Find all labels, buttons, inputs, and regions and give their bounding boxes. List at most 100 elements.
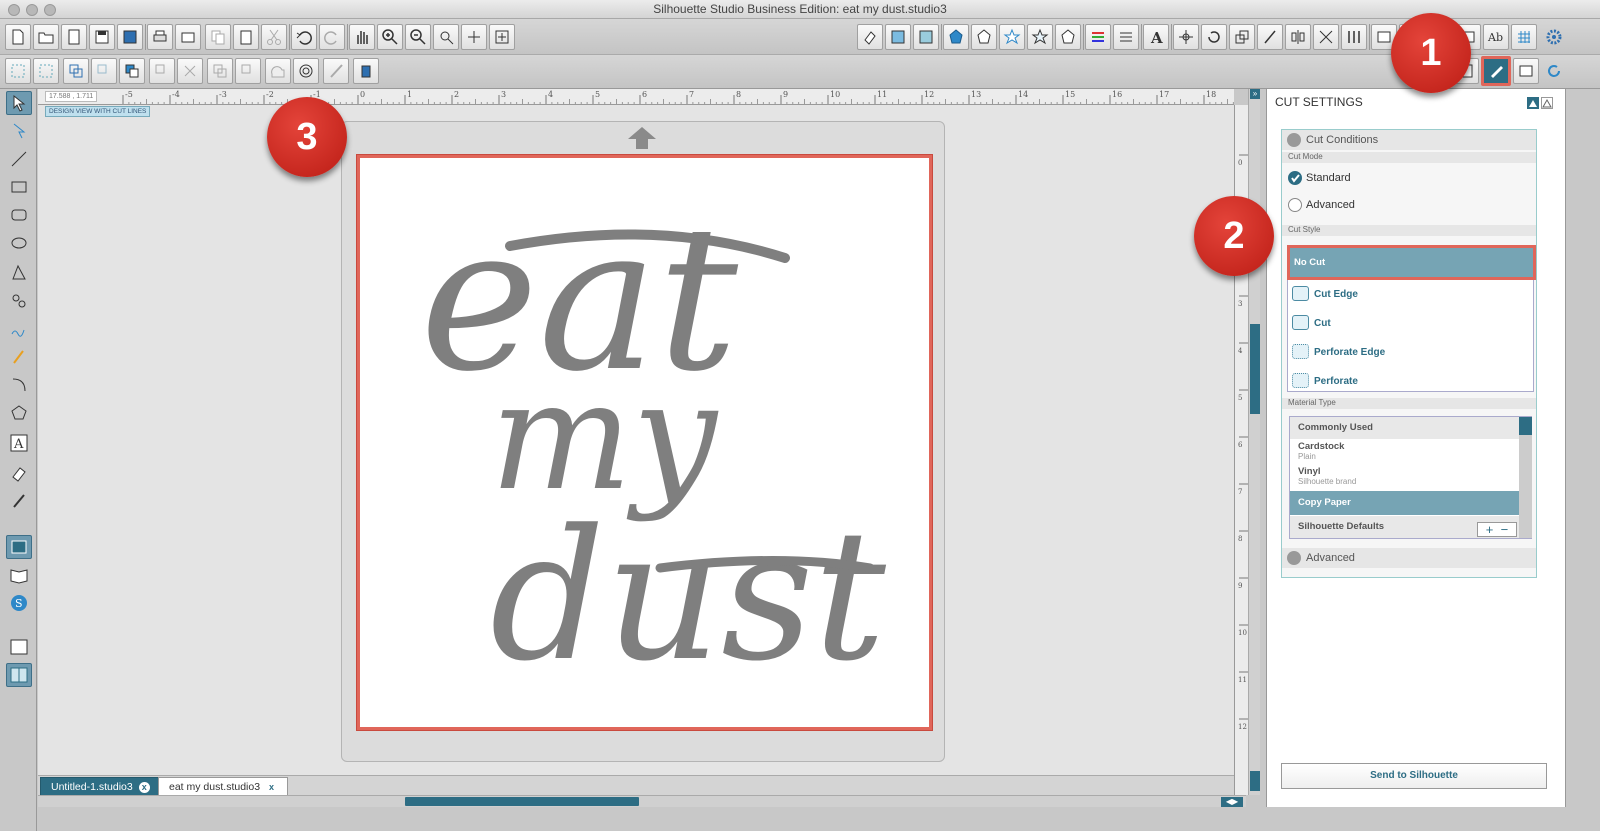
- line-weight-icon[interactable]: [1113, 24, 1139, 50]
- library-view-icon[interactable]: [6, 563, 32, 587]
- style-perforate-edge[interactable]: Perforate Edge: [1288, 338, 1533, 367]
- save-to-library-icon[interactable]: [117, 24, 143, 50]
- panel-expand-icon[interactable]: [1541, 97, 1553, 109]
- align-icon[interactable]: [1285, 24, 1311, 50]
- polygon-tool-icon[interactable]: [6, 261, 32, 285]
- cut-settings-icon[interactable]: [1481, 56, 1511, 86]
- zoom-in-icon[interactable]: [377, 24, 403, 50]
- pentagon-tool-icon[interactable]: [6, 401, 32, 425]
- text-style-icon[interactable]: A: [1143, 24, 1169, 50]
- edit-points-icon[interactable]: [6, 119, 32, 143]
- mirror-icon[interactable]: [235, 58, 261, 84]
- cut-conditions-header[interactable]: Cut Conditions: [1282, 130, 1536, 150]
- silhouette-store-icon[interactable]: S: [6, 591, 32, 615]
- scroll-arrows[interactable]: [1250, 771, 1260, 791]
- freehand-tool-icon[interactable]: [6, 317, 32, 341]
- style-cut-edge[interactable]: Cut Edge: [1288, 280, 1533, 309]
- replicate-icon[interactable]: [1313, 24, 1339, 50]
- gradient-fill-icon[interactable]: [885, 24, 911, 50]
- shear-icon[interactable]: [1257, 24, 1283, 50]
- transform-icon[interactable]: [1173, 24, 1199, 50]
- collapse-panel-icon[interactable]: »: [1250, 89, 1260, 99]
- fit-to-window-icon[interactable]: [489, 24, 515, 50]
- redo-icon[interactable]: [319, 24, 345, 50]
- refresh-icon[interactable]: [1541, 58, 1567, 84]
- knife-tool-icon[interactable]: [6, 489, 32, 513]
- material-scroll-thumb[interactable]: [1519, 417, 1532, 435]
- curve-tool-icon[interactable]: [6, 289, 32, 313]
- knife-icon[interactable]: [323, 58, 349, 84]
- single-view-icon[interactable]: [6, 635, 32, 659]
- save-icon[interactable]: [89, 24, 115, 50]
- remove-material-button[interactable]: −: [1501, 522, 1509, 537]
- minimize-window-button[interactable]: [26, 4, 38, 16]
- style-cut[interactable]: Cut: [1288, 309, 1533, 338]
- delete-icon[interactable]: [177, 58, 203, 84]
- design-view-icon[interactable]: [6, 535, 32, 559]
- select-pointer-icon[interactable]: [6, 91, 32, 115]
- panel-up-icon[interactable]: [1527, 97, 1539, 109]
- group-icon[interactable]: [5, 58, 31, 84]
- shadow-icon[interactable]: [999, 24, 1025, 50]
- pan-hand-icon[interactable]: [349, 24, 375, 50]
- close-window-button[interactable]: [8, 4, 20, 16]
- text-tool-icon[interactable]: A: [6, 431, 32, 455]
- mode-standard-radio[interactable]: [1288, 171, 1302, 185]
- new-document-icon[interactable]: [5, 24, 31, 50]
- drag-zoom-icon[interactable]: [461, 24, 487, 50]
- advanced-header[interactable]: Advanced: [1282, 548, 1536, 568]
- library-icon[interactable]: [61, 24, 87, 50]
- add-material-button[interactable]: +: [1486, 522, 1494, 537]
- vertical-scrollbar[interactable]: »: [1248, 89, 1260, 795]
- ungroup-icon[interactable]: [33, 58, 59, 84]
- design-text[interactable]: eat my dust: [360, 158, 929, 727]
- weld-icon[interactable]: [149, 58, 175, 84]
- tab-close-icon[interactable]: x: [266, 782, 277, 793]
- print-and-cut-icon[interactable]: [175, 24, 201, 50]
- style-no-cut[interactable]: No Cut: [1287, 245, 1536, 280]
- send-to-silhouette-button[interactable]: Send to Silhouette: [1281, 763, 1547, 789]
- horizontal-scrollbar[interactable]: ◀▶: [38, 795, 1246, 807]
- modify-icon[interactable]: [1341, 24, 1367, 50]
- rounded-rectangle-tool-icon[interactable]: [6, 203, 32, 227]
- paste-icon[interactable]: [233, 24, 259, 50]
- shape-icon[interactable]: [265, 58, 291, 84]
- ellipse-tool-icon[interactable]: [6, 231, 32, 255]
- open-folder-icon[interactable]: [33, 24, 59, 50]
- layer-icon[interactable]: [353, 58, 379, 84]
- line-style-icon[interactable]: [971, 24, 997, 50]
- trace-icon[interactable]: [1055, 24, 1081, 50]
- print-icon[interactable]: [147, 24, 173, 50]
- send-to-silhouette-icon[interactable]: [1513, 58, 1539, 84]
- line-tool-icon[interactable]: [6, 147, 32, 171]
- rectangle-tool-icon[interactable]: [6, 175, 32, 199]
- duplicate-icon[interactable]: [207, 58, 233, 84]
- zoom-window-button[interactable]: [44, 4, 56, 16]
- copy-icon[interactable]: [205, 24, 231, 50]
- pattern-fill-icon[interactable]: [913, 24, 939, 50]
- zoom-out-icon[interactable]: [405, 24, 431, 50]
- style-perforate[interactable]: Perforate: [1288, 367, 1533, 396]
- material-vinyl[interactable]: Vinyl Silhouette brand: [1290, 466, 1519, 486]
- preferences-gear-icon[interactable]: [1541, 24, 1567, 50]
- text-panel-icon[interactable]: Ab: [1483, 24, 1509, 50]
- cut-scissors-icon[interactable]: [261, 24, 287, 50]
- target-icon[interactable]: [293, 58, 319, 84]
- tab-untitled[interactable]: Untitled-1.studio3 x: [40, 777, 161, 796]
- scale-icon[interactable]: [1229, 24, 1255, 50]
- tab-eat-my-dust[interactable]: eat my dust.studio3 x: [158, 777, 289, 796]
- mode-advanced-radio[interactable]: [1288, 198, 1302, 212]
- tab-close-icon[interactable]: x: [138, 782, 150, 793]
- zoom-selection-icon[interactable]: [433, 24, 459, 50]
- scroll-left-right-icon[interactable]: ◀▶: [1221, 797, 1243, 807]
- horizontal-scroll-thumb[interactable]: [405, 797, 639, 806]
- material-cardstock[interactable]: Cardstock Plain: [1290, 441, 1519, 461]
- undo-icon[interactable]: [291, 24, 317, 50]
- design-word-dust[interactable]: dust: [490, 492, 887, 701]
- vertical-scroll-thumb[interactable]: [1250, 324, 1260, 414]
- bring-to-front-icon[interactable]: [119, 58, 145, 84]
- fill-color-icon[interactable]: [857, 24, 883, 50]
- material-commonly-used[interactable]: Commonly Used: [1290, 417, 1519, 439]
- split-view-icon[interactable]: [6, 663, 32, 687]
- material-copy-paper[interactable]: Copy Paper: [1290, 491, 1519, 515]
